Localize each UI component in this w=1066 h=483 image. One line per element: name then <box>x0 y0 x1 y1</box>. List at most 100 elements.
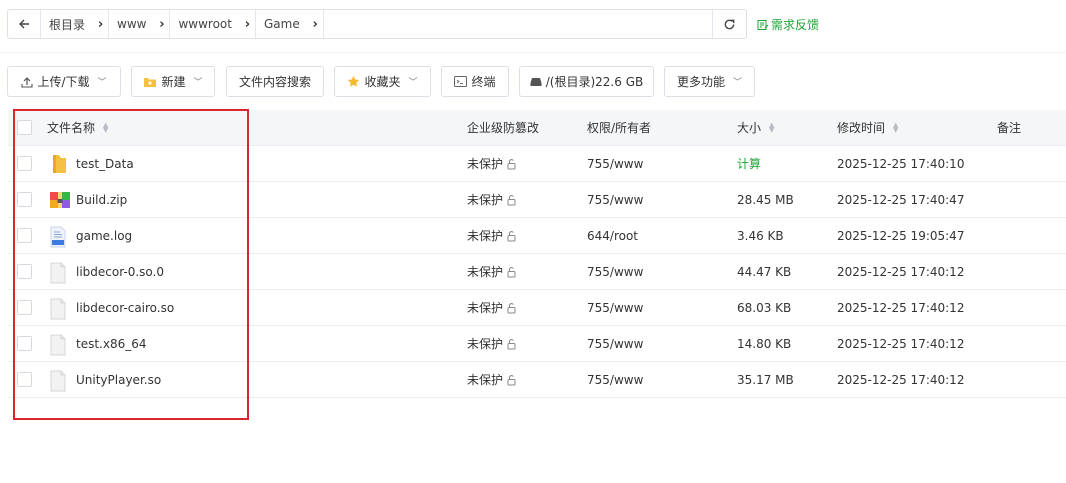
file-name[interactable]: test_Data <box>76 146 134 181</box>
breadcrumb-item-root[interactable]: 根目录 › <box>41 10 110 38</box>
unlock-icon[interactable] <box>505 158 517 170</box>
log-file-icon <box>49 226 69 248</box>
column-size-header[interactable]: 大小 ▲ ▼ <box>737 110 774 145</box>
row-checkbox[interactable] <box>17 300 32 315</box>
column-size-label: 大小 <box>737 121 762 135</box>
breadcrumb-item-wwwroot[interactable]: wwwroot › <box>170 10 256 38</box>
permission-owner[interactable]: 755/www <box>587 326 643 361</box>
file-name[interactable]: libdecor-0.so.0 <box>76 254 164 289</box>
unlock-icon[interactable] <box>505 266 517 278</box>
breadcrumb-item-www[interactable]: www › <box>109 10 171 38</box>
file-name[interactable]: libdecor-cairo.so <box>76 290 174 325</box>
refresh-button[interactable] <box>712 10 746 38</box>
sort-icon[interactable]: ▲ ▼ <box>103 121 108 133</box>
file-name[interactable]: game.log <box>76 218 132 253</box>
sort-icon[interactable]: ▲ ▼ <box>893 121 898 133</box>
feedback-link[interactable]: 需求反馈 <box>757 16 819 33</box>
folder-icon <box>49 154 69 174</box>
modified-time: 2025-12-25 17:40:10 <box>837 156 965 171</box>
column-name-label: 文件名称 <box>47 121 96 135</box>
column-perm-label: 权限/所有者 <box>587 121 652 135</box>
chevron-right-icon[interactable]: › <box>154 10 171 38</box>
unlock-icon[interactable] <box>505 194 517 206</box>
table-row[interactable]: libdecor-cairo.so 未保护 755/www 68.03 KB 2025-… <box>8 290 1066 326</box>
permission-owner[interactable]: 755/www <box>587 362 643 397</box>
file-name[interactable]: UnityPlayer.so <box>76 362 161 397</box>
row-checkbox[interactable] <box>17 156 32 171</box>
back-button[interactable] <box>8 10 41 38</box>
file-size: 44.47 KB <box>737 264 792 279</box>
path-input-area[interactable] <box>324 10 712 38</box>
permission-owner[interactable]: 644/root <box>587 218 638 253</box>
modified-time: 2025-12-25 17:40:12 <box>837 300 965 315</box>
upload-download-button[interactable]: 上传/下载 ﹀ <box>7 66 121 97</box>
tamper-status[interactable]: 未保护 <box>467 182 517 217</box>
modified-time: 2025-12-25 17:40:12 <box>837 336 965 351</box>
row-checkbox[interactable] <box>17 264 32 279</box>
breadcrumb-label: wwwroot <box>178 17 232 31</box>
feedback-label: 需求反馈 <box>771 18 820 32</box>
sort-icon[interactable]: ▲ ▼ <box>769 121 774 133</box>
chevron-right-icon[interactable]: › <box>93 10 110 38</box>
column-note-label: 备注 <box>997 121 1022 135</box>
disk-icon <box>530 77 542 86</box>
unlock-icon[interactable] <box>505 374 517 386</box>
permission-owner[interactable]: 755/www <box>587 254 643 289</box>
tamper-status[interactable]: 未保护 <box>467 254 517 289</box>
chevron-right-icon[interactable]: › <box>308 10 324 38</box>
tamper-status[interactable]: 未保护 <box>467 326 517 361</box>
tamper-status-label: 未保护 <box>467 301 504 315</box>
row-checkbox[interactable] <box>17 336 32 351</box>
breadcrumb-label: Game <box>263 17 300 31</box>
file-content-search-button[interactable]: 文件内容搜索 <box>226 66 324 97</box>
terminal-icon <box>454 76 468 87</box>
tamper-status[interactable]: 未保护 <box>467 218 517 253</box>
file-size: 35.17 MB <box>737 372 794 387</box>
permission-owner[interactable]: 755/www <box>587 290 643 325</box>
upload-icon <box>21 76 34 88</box>
calculate-size-link[interactable]: 计算 <box>737 146 761 181</box>
tamper-status-label: 未保护 <box>467 193 504 207</box>
row-checkbox[interactable] <box>17 192 32 207</box>
table-row[interactable]: game.log 未保护 644/root 3.46 KB 2025-12-25 19:… <box>8 218 1066 254</box>
permission-owner[interactable]: 755/www <box>587 182 643 217</box>
chevron-down-icon: ﹀ <box>97 78 107 88</box>
column-perm-header: 权限/所有者 <box>587 110 651 145</box>
modified-time: 2025-12-25 19:05:47 <box>837 228 965 243</box>
tamper-status-label: 未保护 <box>467 157 504 171</box>
new-button[interactable]: 新建 ﹀ <box>131 66 215 97</box>
unlock-icon[interactable] <box>505 338 517 350</box>
file-icon <box>49 298 69 320</box>
file-name[interactable]: test.x86_64 <box>76 326 147 361</box>
table-row[interactable]: test_Data 未保护 755/www 计算 2025-12-25 17:40:10 <box>8 146 1066 182</box>
table-row[interactable]: UnityPlayer.so 未保护 755/www 35.17 MB 2025-12-… <box>8 362 1066 398</box>
row-checkbox[interactable] <box>17 372 32 387</box>
select-all-checkbox[interactable] <box>17 120 32 135</box>
column-name-header[interactable]: 文件名称 ▲ ▼ <box>47 110 108 145</box>
unlock-icon[interactable] <box>505 302 517 314</box>
favorites-button[interactable]: 收藏夹 ﹀ <box>334 66 431 97</box>
table-row[interactable]: Build.zip 未保护 755/www 28.45 MB 2025-12-25 17… <box>8 182 1066 218</box>
breadcrumb-item-game[interactable]: Game › <box>256 10 324 38</box>
file-name[interactable]: Build.zip <box>76 182 127 217</box>
arrow-left-icon <box>19 19 29 29</box>
table-row[interactable]: libdecor-0.so.0 未保护 755/www 44.47 KB 2025-12… <box>8 254 1066 290</box>
chevron-right-icon[interactable]: › <box>240 10 256 38</box>
column-mtime-label: 修改时间 <box>837 121 886 135</box>
unlock-icon[interactable] <box>505 230 517 242</box>
file-content-search-label: 文件内容搜索 <box>238 75 311 89</box>
more-features-button[interactable]: 更多功能 ﹀ <box>664 66 755 97</box>
tamper-status[interactable]: 未保护 <box>467 146 517 181</box>
modified-time: 2025-12-25 17:40:12 <box>837 372 965 387</box>
column-mtime-header[interactable]: 修改时间 ▲ ▼ <box>837 110 898 145</box>
more-features-label: 更多功能 <box>676 75 725 89</box>
permission-owner[interactable]: 755/www <box>587 146 643 181</box>
tamper-status[interactable]: 未保护 <box>467 290 517 325</box>
row-checkbox[interactable] <box>17 228 32 243</box>
file-size: 28.45 MB <box>737 192 794 207</box>
column-tamper-header: 企业级防篡改 <box>467 110 539 145</box>
tamper-status[interactable]: 未保护 <box>467 362 517 397</box>
disk-button[interactable]: /(根目录)22.6 GB <box>519 66 654 97</box>
table-row[interactable]: test.x86_64 未保护 755/www 14.80 KB 2025-12-25 … <box>8 326 1066 362</box>
terminal-button[interactable]: 终端 <box>441 66 509 97</box>
